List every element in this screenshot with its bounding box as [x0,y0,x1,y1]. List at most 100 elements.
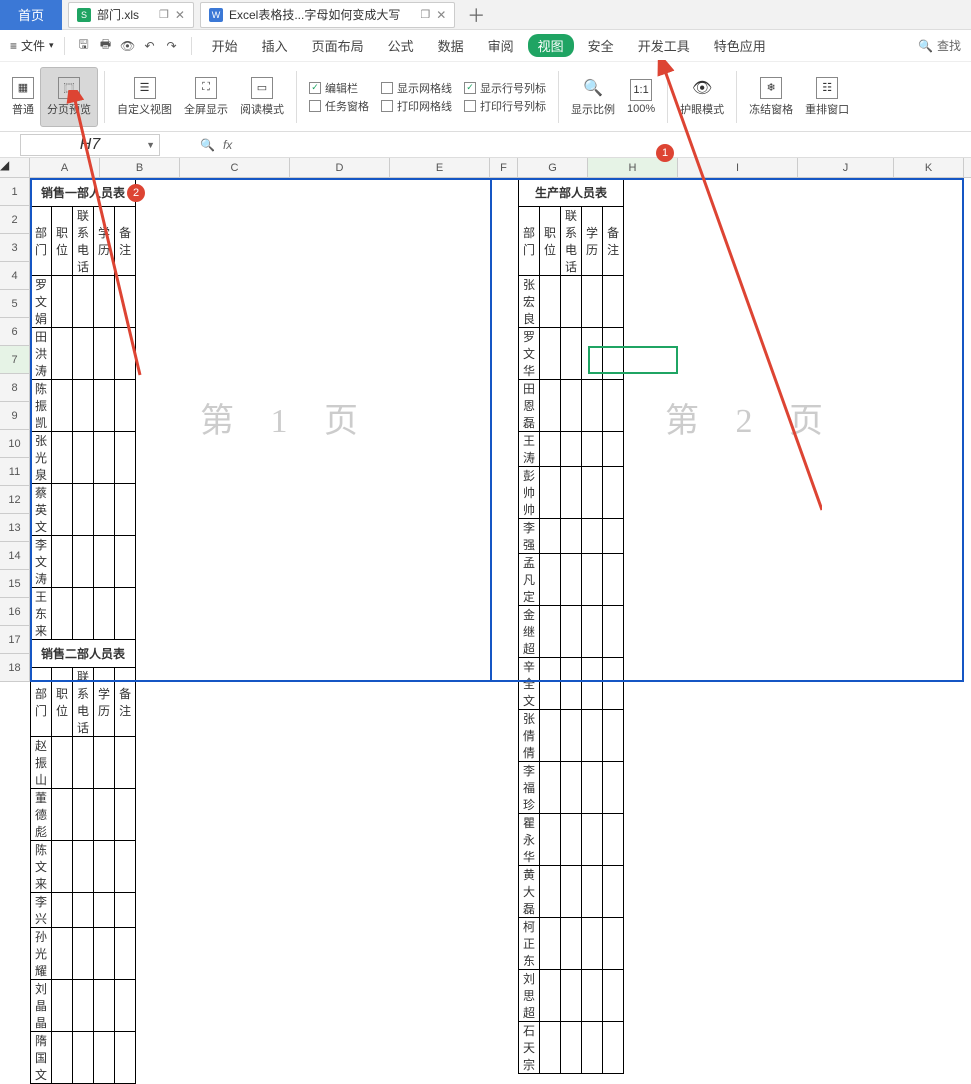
cell[interactable] [52,380,73,432]
row-header-13[interactable]: 13 [0,514,30,542]
cell[interactable] [73,737,94,789]
cell[interactable] [94,328,115,380]
row-header-17[interactable]: 17 [0,626,30,654]
cell[interactable]: 孟凡定 [519,554,540,606]
select-all-corner[interactable]: ◢ [0,158,30,177]
cell[interactable] [73,928,94,980]
cell[interactable] [603,328,624,380]
cell[interactable]: 陈文来 [31,841,52,893]
cell[interactable] [73,893,94,928]
chk-gridlines[interactable]: 显示网格线 [381,80,452,96]
cell[interactable]: 王东来 [31,588,52,640]
cell[interactable] [115,928,136,980]
cell[interactable] [603,606,624,658]
row-header-9[interactable]: 9 [0,402,30,430]
cell[interactable] [52,789,73,841]
tab-feature[interactable]: 特色应用 [704,36,776,55]
chevron-down-icon[interactable]: ▼ [146,140,155,150]
cell[interactable]: 瞿永华 [519,814,540,866]
cell[interactable] [561,432,582,467]
cell[interactable] [52,1032,73,1084]
cell[interactable]: 学历 [94,207,115,276]
row-header-5[interactable]: 5 [0,290,30,318]
cell[interactable]: 部门 [519,207,540,276]
row-header-7[interactable]: 7 [0,346,30,374]
cell[interactable] [94,789,115,841]
col-header-C[interactable]: C [180,158,290,177]
cell[interactable] [52,432,73,484]
chk-editbar[interactable]: ✓编辑栏 [309,80,369,96]
cell[interactable] [540,606,561,658]
cell[interactable] [561,762,582,814]
cell[interactable] [540,432,561,467]
cell[interactable]: 生产部人员表 [519,179,624,207]
undo-icon[interactable]: ↶ [141,37,159,55]
cell[interactable] [73,536,94,588]
cell[interactable] [582,467,603,519]
cell[interactable]: 田恩磊 [519,380,540,432]
cell[interactable] [115,484,136,536]
cell[interactable] [115,789,136,841]
cell[interactable]: 李强 [519,519,540,554]
cell[interactable] [582,554,603,606]
print-icon[interactable]: 🖶 [97,37,115,55]
cell[interactable]: 张倩倩 [519,710,540,762]
cell[interactable] [52,737,73,789]
cell[interactable] [52,928,73,980]
cell[interactable] [582,380,603,432]
col-header-E[interactable]: E [390,158,490,177]
home-tab[interactable]: 首页 [0,0,62,30]
cell[interactable] [561,328,582,380]
cell[interactable]: 刘晶晶 [31,980,52,1032]
cell[interactable]: 销售一部人员表 [31,179,136,207]
cell[interactable] [94,380,115,432]
new-tab-button[interactable]: ＋ [467,2,485,28]
cell[interactable] [603,467,624,519]
cell[interactable] [540,970,561,1022]
cell[interactable] [540,467,561,519]
tab-review[interactable]: 审阅 [478,36,524,55]
cell[interactable] [582,606,603,658]
view-reading[interactable]: ▭阅读模式 [234,67,290,127]
cell[interactable] [540,762,561,814]
cell[interactable]: 柯正东 [519,918,540,970]
cell[interactable] [115,893,136,928]
cell[interactable]: 赵振山 [31,737,52,789]
cell[interactable]: 部门 [31,207,52,276]
chk-printgrid[interactable]: 打印网格线 [381,98,452,114]
cell[interactable]: 销售二部人员表 [31,640,136,668]
cell[interactable] [73,789,94,841]
cell[interactable] [561,710,582,762]
cell[interactable] [73,980,94,1032]
cell[interactable] [561,467,582,519]
row-header-10[interactable]: 10 [0,430,30,458]
cell[interactable] [52,893,73,928]
cell[interactable]: 李福珍 [519,762,540,814]
cell[interactable] [561,1022,582,1074]
cell[interactable]: 石天宗 [519,1022,540,1074]
cell[interactable] [561,276,582,328]
cell[interactable] [603,380,624,432]
cell[interactable] [561,866,582,918]
cell[interactable] [603,762,624,814]
col-header-B[interactable]: B [100,158,180,177]
fx-area[interactable]: 🔍fx [200,138,232,152]
close-icon[interactable]: ✕ [436,8,446,22]
cell[interactable] [603,554,624,606]
cell[interactable] [582,1022,603,1074]
cell[interactable]: 备注 [115,668,136,737]
row-header-12[interactable]: 12 [0,486,30,514]
cell[interactable] [561,380,582,432]
cell[interactable] [115,980,136,1032]
cell[interactable] [94,841,115,893]
cell[interactable] [94,1032,115,1084]
cell[interactable] [603,276,624,328]
cell[interactable] [73,1032,94,1084]
col-header-D[interactable]: D [290,158,390,177]
cell[interactable] [540,380,561,432]
cell[interactable] [115,1032,136,1084]
cell[interactable]: 备注 [603,207,624,276]
col-header-F[interactable]: F [490,158,518,177]
cell[interactable] [94,928,115,980]
preview-icon[interactable]: 👁 [119,37,137,55]
